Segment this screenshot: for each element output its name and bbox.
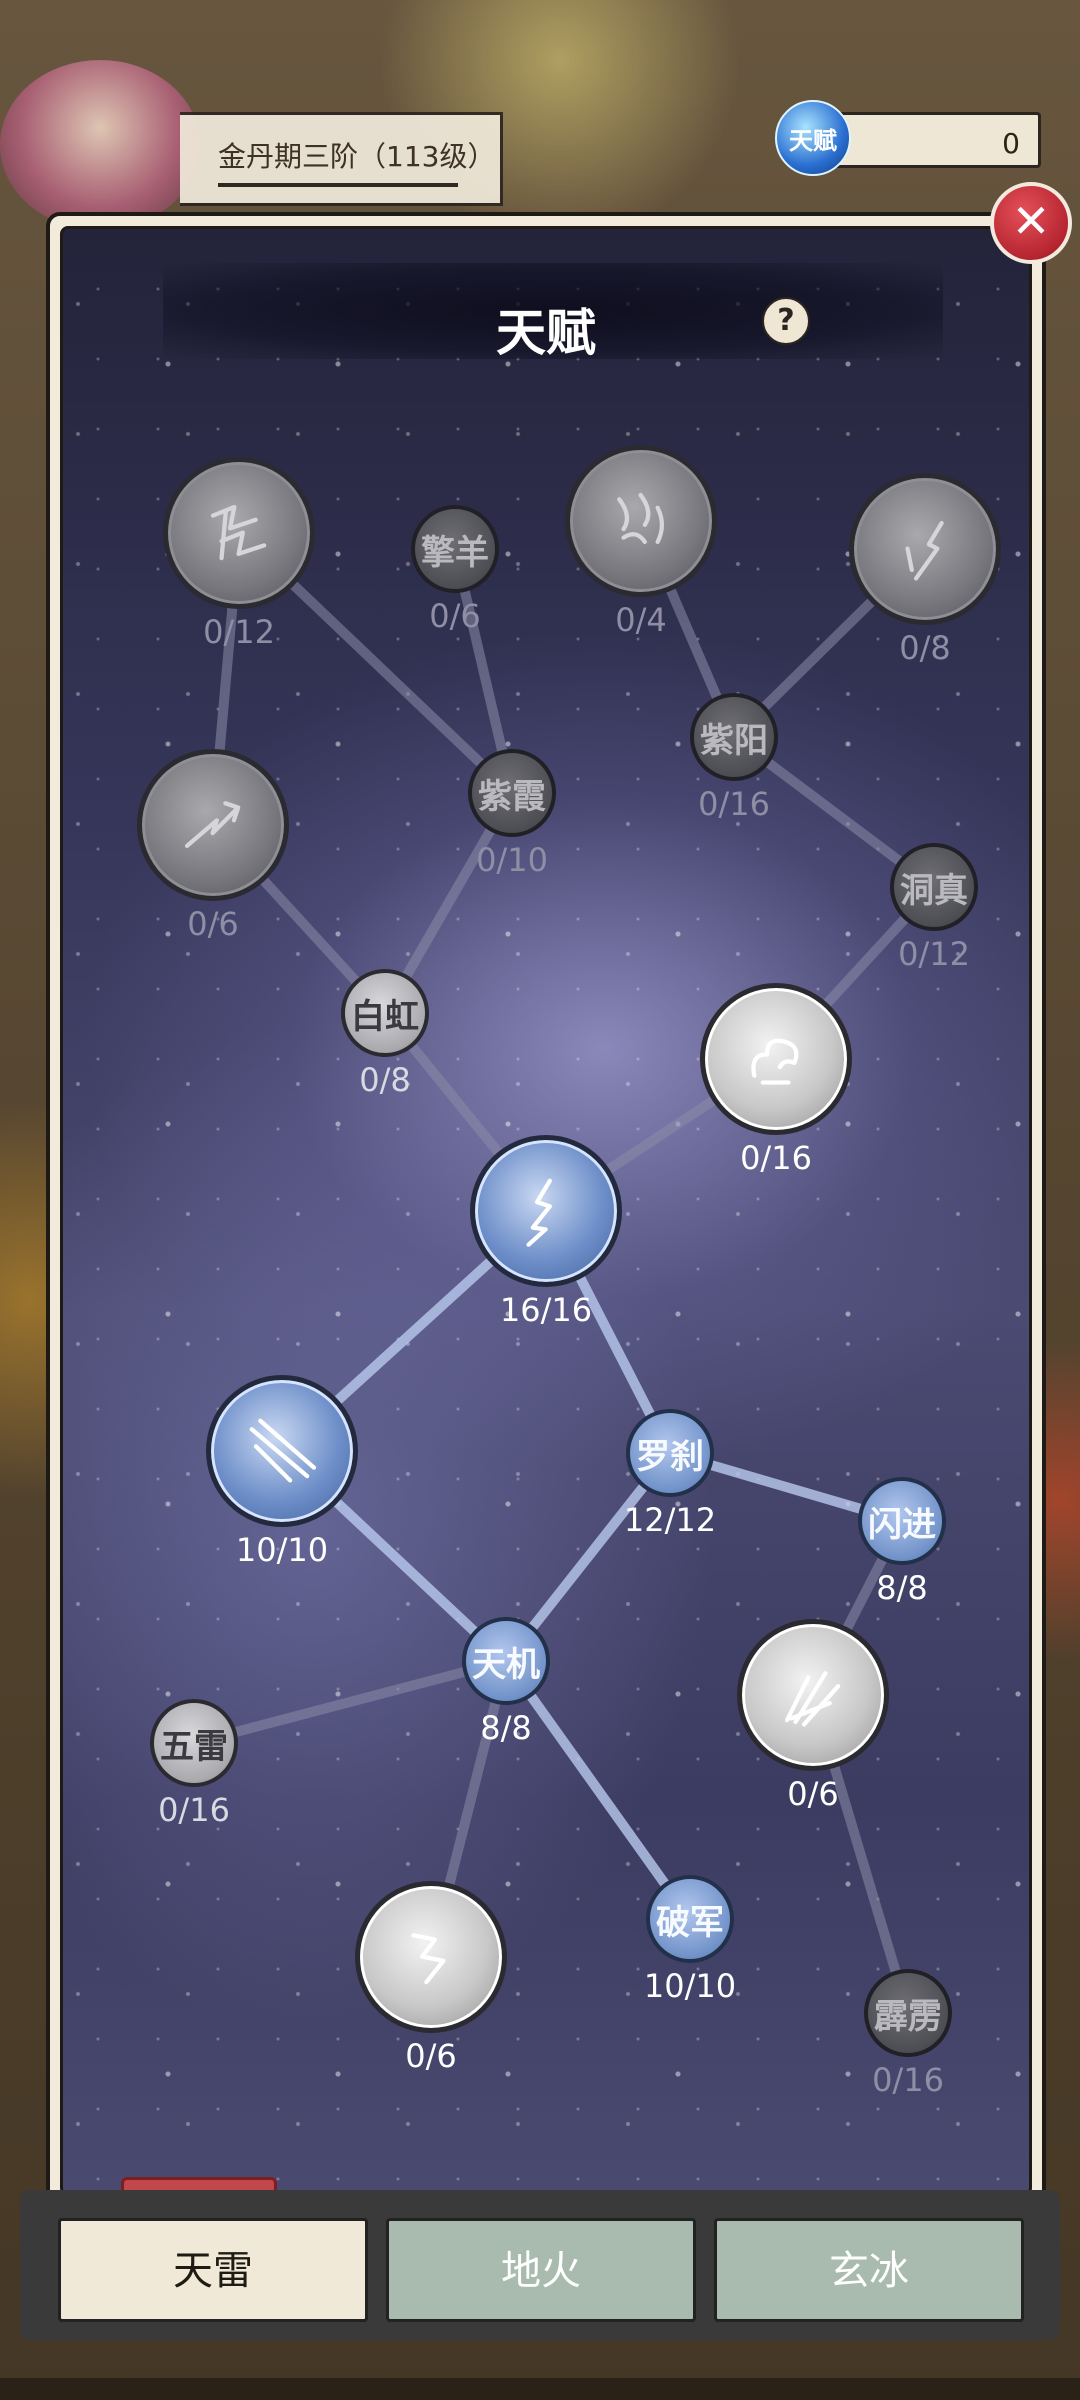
talent-level-n4: 0/8 (899, 629, 951, 667)
talent-level-n19: 10/10 (643, 1967, 737, 2005)
talent-level-n8: 0/12 (898, 935, 970, 973)
talent-level-n12: 10/10 (235, 1531, 329, 1569)
talent-level-n11: 16/16 (499, 1291, 593, 1329)
rank-plate: 金丹期三阶（113级） (180, 112, 503, 206)
talent-level-n1: 0/12 (203, 613, 275, 651)
talent-level-n6: 0/6 (187, 905, 239, 943)
talent-link-n15-n19 (501, 1656, 695, 1924)
talent-node-n13[interactable]: 罗刹 (626, 1409, 714, 1497)
lightning-bolts-icon[interactable] (565, 445, 717, 597)
talent-panel: 天赋 ? 0/12 擎羊 0/6 0/4 0/8 紫阳 0/16 0/6 紫霞 0/10 洞真 0/1… (46, 212, 1046, 2210)
talent-node-n8[interactable]: 洞真 (890, 843, 978, 931)
thunder-cloud-icon[interactable] (700, 983, 852, 1135)
talent-points-bar: 0 天赋 (775, 100, 1045, 176)
talent-level-n17: 0/6 (787, 1775, 839, 1813)
light-beam-icon[interactable] (206, 1375, 358, 1527)
tab-tianlei[interactable]: 天雷 (58, 2218, 368, 2322)
tab-xuanbing[interactable]: 玄冰 (714, 2218, 1024, 2322)
lightning-zigzag-icon[interactable] (355, 1881, 507, 2033)
bottom-nav-strip (0, 2378, 1080, 2400)
talent-node-n19[interactable]: 破军 (646, 1875, 734, 1963)
talent-orb-icon: 天赋 (775, 100, 851, 176)
player-avatar[interactable] (0, 60, 200, 230)
light-beam-icon-glyph (250, 1419, 317, 1483)
talent-tree-area: 天赋 ? 0/12 擎羊 0/6 0/4 0/8 紫阳 0/16 0/6 紫霞 0/10 洞真 0/1… (60, 226, 1032, 2196)
talent-points-value: 0 (1002, 127, 1020, 160)
lightning-strike-icon[interactable] (470, 1135, 622, 1287)
talent-node-n16[interactable]: 五雷 (150, 1699, 238, 1787)
talent-level-n10: 0/16 (740, 1139, 812, 1177)
lightning-web-icon[interactable] (163, 457, 315, 609)
lightning-web-icon-glyph (211, 505, 267, 561)
lightning-burst-icon[interactable] (737, 1619, 889, 1771)
talent-level-n9: 0/8 (359, 1061, 411, 1099)
talent-level-n18: 0/6 (405, 2037, 457, 2075)
talent-level-n5: 0/16 (698, 785, 770, 823)
rank-text: 金丹期三阶（113级） (218, 140, 496, 173)
lightning-bolts-icon-glyph (617, 493, 665, 545)
talent-level-n3: 0/4 (615, 601, 667, 639)
talent-node-n14[interactable]: 闪进 (858, 1477, 946, 1565)
talent-node-n15[interactable]: 天机 (462, 1617, 550, 1705)
rank-divider (218, 183, 458, 187)
talent-level-n20: 0/16 (872, 2061, 944, 2099)
talent-level-n14: 8/8 (876, 1569, 928, 1607)
tab-dihuo[interactable]: 地火 (386, 2218, 696, 2322)
talent-level-n13: 12/12 (623, 1501, 717, 1539)
talent-points-frame: 0 (825, 112, 1041, 168)
lightning-arrow-icon[interactable] (137, 749, 289, 901)
lightning-zigzag-icon-glyph (411, 1933, 446, 1985)
lightning-slash-icon-glyph (905, 521, 945, 581)
lightning-slash-icon[interactable] (849, 473, 1001, 625)
talent-level-n15: 8/8 (480, 1709, 532, 1747)
talent-node-n20[interactable]: 霹雳 (864, 1969, 952, 2057)
talent-node-n2[interactable]: 擎羊 (411, 505, 499, 593)
talent-level-n16: 0/16 (158, 1791, 230, 1829)
talent-node-n7[interactable]: 紫霞 (468, 749, 556, 837)
thunder-cloud-icon-glyph (751, 1039, 799, 1085)
lightning-arrow-icon-glyph (185, 801, 241, 849)
talent-link-n15-n16 (189, 1656, 511, 1748)
talent-level-n7: 0/10 (476, 841, 548, 879)
close-icon[interactable]: ✕ (990, 182, 1072, 264)
talent-node-n5[interactable]: 紫阳 (690, 693, 778, 781)
talent-node-n9[interactable]: 白虹 (341, 969, 429, 1057)
lightning-strike-icon-glyph (526, 1179, 553, 1248)
talent-level-n2: 0/6 (429, 597, 481, 635)
lightning-burst-icon-glyph (785, 1671, 841, 1727)
